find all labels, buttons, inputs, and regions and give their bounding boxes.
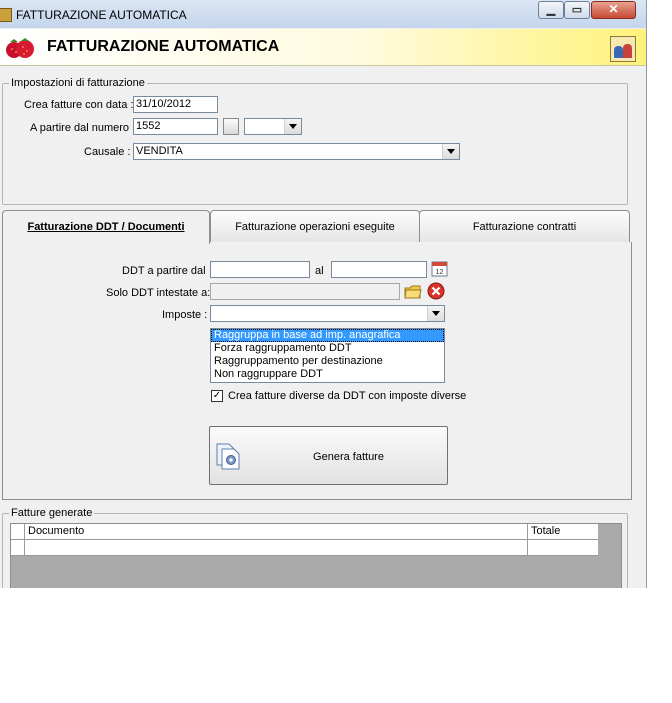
- row-header-cell: [11, 540, 25, 555]
- minimize-icon: ▁: [546, 4, 556, 16]
- imposte-select[interactable]: [210, 305, 445, 322]
- clear-icon[interactable]: [427, 282, 445, 300]
- page-title: FATTURAZIONE AUTOMATICA: [47, 38, 280, 55]
- only-ddt-label: Solo DDT intestate a:: [106, 287, 211, 299]
- users-icon[interactable]: [610, 36, 636, 62]
- title-bar: FATTURAZIONE AUTOMATICA ▁ ▭ ✕: [0, 0, 646, 28]
- header-banner: FATTURAZIONE AUTOMATICA: [0, 29, 646, 66]
- separate-invoices-checkbox[interactable]: ✓: [211, 390, 223, 402]
- maximize-button[interactable]: ▭: [564, 1, 590, 19]
- ddt-from-field[interactable]: [210, 261, 310, 278]
- imposte-label: Imposte :: [162, 309, 208, 321]
- row-header-cell: [11, 524, 25, 539]
- list-item[interactable]: Non raggruppare DDT: [211, 368, 444, 381]
- column-header-documento[interactable]: Documento: [25, 524, 528, 539]
- grouping-listbox[interactable]: Raggruppa in base ad imp. anagrafica For…: [210, 328, 445, 383]
- generate-invoices-label: Genera fatture: [313, 451, 384, 463]
- list-item[interactable]: Forza raggruppamento DDT: [211, 342, 444, 355]
- date-label: Crea fatture con data :: [24, 99, 134, 111]
- causale-select[interactable]: VENDITA: [133, 143, 460, 160]
- tab-contratti[interactable]: Fatturazione contratti: [419, 210, 630, 243]
- generate-invoices-button[interactable]: Genera fatture: [209, 426, 448, 485]
- settings-legend: Impostazioni di fatturazione: [9, 77, 147, 89]
- ddt-to-field[interactable]: [331, 261, 427, 278]
- column-header-totale[interactable]: Totale: [528, 524, 598, 539]
- table-cell[interactable]: [25, 540, 528, 555]
- strawberry-logo: [6, 38, 34, 58]
- app-icon: [0, 8, 12, 22]
- chevron-down-icon[interactable]: [442, 144, 459, 159]
- list-item[interactable]: Raggruppamento per destinazione: [211, 355, 444, 368]
- invoices-table[interactable]: Documento Totale: [10, 523, 622, 588]
- svg-text:12: 12: [436, 269, 444, 276]
- causale-label: Causale :: [84, 146, 131, 158]
- chevron-down-icon[interactable]: [427, 306, 444, 321]
- tab-label: Fatturazione DDT / Documenti: [27, 221, 185, 233]
- tab-label: Fatturazione operazioni eseguite: [235, 221, 395, 233]
- number-field[interactable]: 1552: [133, 118, 218, 135]
- table-header: Documento Totale: [11, 524, 598, 540]
- table-row[interactable]: [11, 540, 598, 556]
- list-item[interactable]: Raggruppa in base ad imp. anagrafica: [211, 329, 444, 342]
- number-spin-button[interactable]: [223, 118, 239, 135]
- tab-ddt-documenti[interactable]: Fatturazione DDT / Documenti: [2, 210, 210, 244]
- folder-icon[interactable]: [404, 283, 422, 300]
- table-cell[interactable]: [528, 540, 598, 555]
- separate-invoices-label: Crea fatture diverse da DDT con imposte …: [228, 390, 467, 402]
- close-icon: ✕: [608, 2, 619, 16]
- minimize-button[interactable]: ▁: [538, 1, 564, 19]
- suffix-select[interactable]: [244, 118, 302, 135]
- calendar-icon[interactable]: 12: [431, 260, 448, 277]
- number-label: A partire dal numero :: [30, 122, 136, 134]
- date-field[interactable]: 31/10/2012: [133, 96, 218, 113]
- tab-operazioni-eseguite[interactable]: Fatturazione operazioni eseguite: [210, 210, 420, 243]
- tab-label: Fatturazione contratti: [472, 221, 577, 233]
- causale-value: VENDITA: [136, 145, 183, 157]
- close-button[interactable]: ✕: [591, 1, 636, 19]
- chevron-down-icon[interactable]: [284, 119, 301, 134]
- generated-invoices-legend: Fatture generate: [9, 507, 95, 519]
- app-window: FATTURAZIONE AUTOMATICA ▁ ▭ ✕ FATTURAZIO…: [0, 0, 647, 588]
- maximize-icon: ▭: [571, 4, 583, 16]
- ddt-from-label: DDT a partire dal: [122, 265, 206, 277]
- only-ddt-field[interactable]: [210, 283, 400, 300]
- window-title: FATTURAZIONE AUTOMATICA: [16, 8, 187, 22]
- ddt-to-label: al: [315, 265, 324, 277]
